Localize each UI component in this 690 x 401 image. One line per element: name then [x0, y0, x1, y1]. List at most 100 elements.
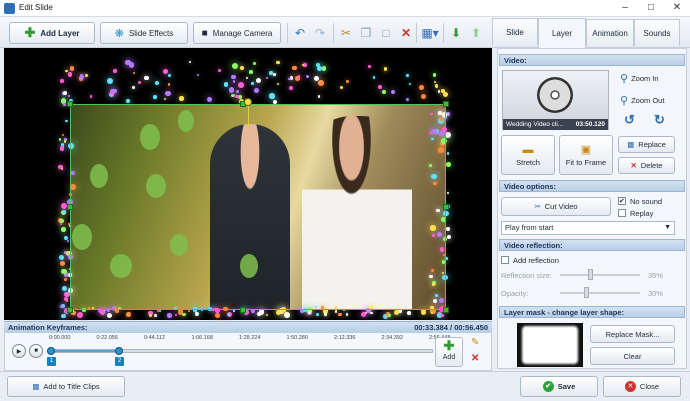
no-sound-checkbox[interactable]	[618, 197, 626, 205]
grid-icon[interactable]: ▦▾	[419, 22, 441, 44]
camera-icon: ■	[201, 27, 208, 39]
sparkle-dot	[188, 61, 192, 64]
sparkle-dot	[60, 79, 64, 84]
sparkle-dot	[63, 90, 68, 95]
sparkle-dot	[297, 75, 301, 78]
mask-shape	[524, 328, 576, 362]
cut-icon[interactable]: ✂	[336, 22, 356, 44]
rotate-left-icon[interactable]: ↺	[624, 112, 635, 128]
maximize-button[interactable]: □	[638, 0, 664, 17]
video-thumbnail[interactable]: Wedding Video cli... 03:50.120	[502, 70, 609, 130]
save-button[interactable]: ✔ Save	[520, 376, 598, 397]
cut-video-label: Cut Video	[544, 202, 578, 211]
keyframe-2[interactable]	[115, 347, 123, 355]
sparkle-dot	[126, 99, 131, 104]
undo-icon[interactable]: ↶	[290, 22, 310, 44]
film-icon: ▩	[32, 382, 40, 391]
plus-icon: ✚	[443, 338, 455, 353]
sparkle-dot	[434, 80, 437, 83]
sparkle-dot	[432, 72, 437, 77]
paste-icon[interactable]: □	[376, 22, 396, 44]
resize-handle-tl[interactable]	[67, 101, 73, 107]
edit-keyframe-icon[interactable]: ✎	[471, 337, 479, 348]
slide-effects-button[interactable]: ❋ Slide Effects	[100, 22, 188, 44]
move-down-icon[interactable]: ⬇	[446, 22, 466, 44]
sparkle-dot	[132, 72, 135, 75]
sparkle-dot	[76, 312, 83, 319]
cut-video-button[interactable]: ✂ Cut Video	[501, 197, 611, 216]
sparkle-dot	[368, 65, 371, 69]
reflection-size-slider[interactable]	[560, 274, 640, 276]
minimize-button[interactable]: –	[612, 0, 638, 17]
close-window-button[interactable]: ✕	[664, 0, 690, 17]
tab-sounds[interactable]: Sounds	[634, 19, 680, 46]
fit-to-frame-label: Fit to Frame	[565, 158, 607, 167]
sparkle-dot	[223, 82, 229, 87]
sparkle-dot	[164, 98, 167, 101]
zoom-out-button[interactable]: ⚲ Zoom Out	[620, 94, 664, 107]
replace-mask-button[interactable]: Replace Mask...	[590, 325, 675, 343]
stretch-label: Stretch	[516, 157, 540, 167]
timeline-tick-label: 1:06.168	[191, 335, 213, 341]
rotate-right-icon[interactable]: ↻	[654, 112, 665, 128]
copy-icon[interactable]: ❐	[356, 22, 376, 44]
add-layer-button[interactable]: ✚ Add Layer	[9, 22, 95, 44]
tab-slide[interactable]: Slide	[492, 18, 538, 45]
sparkle-dot	[231, 75, 236, 80]
keyframe-label-1: 1	[47, 357, 56, 366]
move-up-icon[interactable]: ⬆	[466, 22, 486, 44]
stop-button[interactable]: ■	[29, 344, 43, 358]
resize-handle-r[interactable]	[443, 204, 449, 210]
resize-handle-b[interactable]	[240, 307, 246, 313]
close-label: Close	[639, 382, 660, 391]
sparkle-dot	[269, 71, 273, 75]
add-title-clips-label: Add to Title Clips	[43, 382, 100, 391]
sparkle-dot	[258, 309, 265, 315]
keyframe-1[interactable]	[47, 347, 55, 355]
add-keyframe-button[interactable]: ✚ Add	[435, 337, 463, 367]
opacity-thumb[interactable]	[584, 287, 589, 298]
mask-preview[interactable]	[517, 323, 583, 367]
replay-checkbox[interactable]	[618, 209, 626, 217]
opacity-slider[interactable]	[560, 292, 640, 294]
timeline-tick-label: 0:00.000	[49, 335, 71, 341]
resize-handle-bl[interactable]	[67, 307, 73, 313]
manage-camera-button[interactable]: ■ Manage Camera	[193, 22, 281, 44]
resize-handle-l[interactable]	[67, 204, 73, 210]
play-mode-select[interactable]: Play from start ▼	[501, 221, 675, 235]
reflection-size-thumb[interactable]	[588, 269, 593, 280]
add-reflection-checkbox[interactable]	[501, 256, 509, 264]
resize-handle-br[interactable]	[443, 307, 449, 313]
tab-layer[interactable]: Layer	[538, 18, 586, 48]
delete-keyframe-icon[interactable]: ✕	[471, 353, 479, 364]
replace-button[interactable]: ▩ Replace	[618, 136, 675, 153]
redo-icon[interactable]: ↷	[310, 22, 330, 44]
delete-icon[interactable]: ✕	[396, 22, 416, 44]
close-button[interactable]: ✕ Close	[603, 376, 681, 397]
sparkle-dot	[165, 90, 171, 97]
sparkle-dot	[125, 60, 131, 66]
slide-canvas[interactable]	[4, 48, 492, 320]
sparkle-dot	[446, 162, 451, 167]
sparkle-dot	[231, 63, 238, 69]
fit-to-frame-button[interactable]: ▣ Fit to Frame	[559, 135, 613, 175]
sparkle-dot	[441, 313, 445, 317]
sparkle-dot	[187, 310, 191, 313]
zoom-in-button[interactable]: ⚲ Zoom In	[620, 72, 659, 85]
selection-frame	[70, 104, 446, 310]
sparkle-dot	[174, 313, 177, 317]
rotation-line	[248, 106, 249, 130]
play-button[interactable]: ▶	[12, 344, 26, 358]
resize-handle-tr[interactable]	[443, 101, 449, 107]
delete-button[interactable]: ✕ Delete	[618, 157, 675, 174]
zoom-in-icon: ⚲	[620, 73, 629, 85]
add-to-title-clips-button[interactable]: ▩ Add to Title Clips	[7, 376, 125, 397]
tab-animation[interactable]: Animation	[586, 19, 634, 46]
sparkle-dot	[107, 77, 113, 84]
sparkle-dot	[421, 94, 427, 100]
stretch-button[interactable]: ▬ Stretch	[501, 135, 555, 175]
rotation-handle[interactable]	[244, 98, 252, 106]
clear-mask-button[interactable]: Clear	[590, 347, 675, 365]
video-options-header: Video options:	[499, 180, 685, 192]
sparkle-dot	[63, 103, 66, 106]
